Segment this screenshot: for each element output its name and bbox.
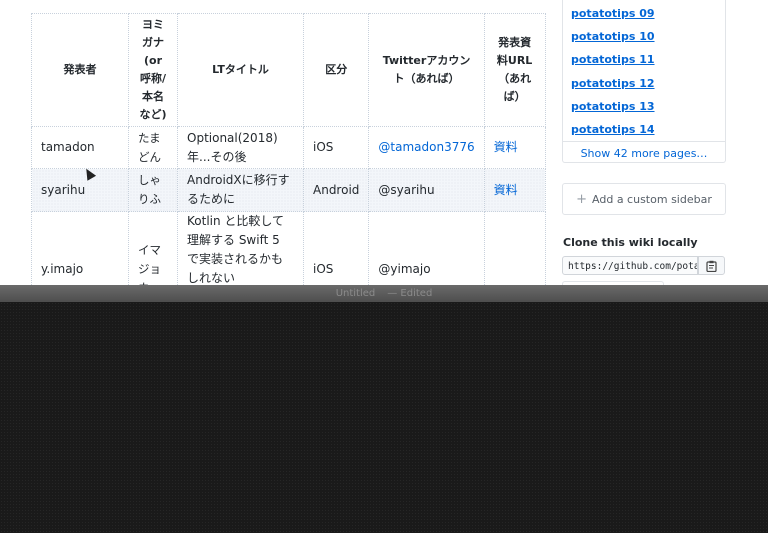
- cell-twitter: @tamadon3776: [368, 126, 485, 169]
- plus-icon: +: [576, 191, 588, 207]
- header-slides-url: 発表資料URL（あれば）: [483, 13, 546, 127]
- add-custom-sidebar-label: Add a custom sidebar: [592, 192, 712, 206]
- empty-dark-canvas: [0, 302, 768, 533]
- cell-reading: しゃりふ: [128, 168, 178, 212]
- sidebar-page-link[interactable]: potatotips 13: [571, 100, 655, 113]
- sidebar-page-link[interactable]: potatotips 09: [571, 7, 655, 20]
- browser-viewport: 発表者 ヨミガナ (or 呼称/本名など) LTタイトル 区分 Twitterア…: [0, 0, 768, 288]
- show-more-pages-link[interactable]: Show 42 more pages…: [563, 141, 725, 160]
- slides-link[interactable]: 資料: [494, 140, 518, 154]
- header-lt-title: LTタイトル: [177, 13, 304, 127]
- sidebar-page-link[interactable]: potatotips 14: [571, 123, 655, 136]
- speaker-table: 発表者 ヨミガナ (or 呼称/本名など) LTタイトル 区分 Twitterア…: [31, 13, 546, 288]
- cell-reading: たまどん: [128, 126, 178, 169]
- cell-slides: 資料: [483, 168, 546, 212]
- cell-category: iOS: [302, 126, 370, 169]
- cell-twitter: @yimajo: [368, 211, 485, 288]
- cell-slides: [483, 211, 546, 288]
- table-row: syarihu しゃりふ AndroidXに移行するために Android @s…: [31, 168, 546, 212]
- cell-reading: イマジョウ: [128, 211, 178, 288]
- clipboard-icon: [706, 260, 717, 272]
- header-reading: ヨミガナ (or 呼称/本名など): [128, 13, 178, 127]
- clone-wiki-heading: Clone this wiki locally: [563, 236, 698, 249]
- window-title: Untitled: [335, 288, 376, 299]
- table-row: y.imajo イマジョウ Kotlin と比較して理解する Swift 5 で…: [31, 211, 546, 288]
- clone-url-input[interactable]: https://github.com/potatotips/potatotips…: [562, 256, 698, 275]
- table-header-row: 発表者 ヨミガナ (or 呼称/本名など) LTタイトル 区分 Twitterア…: [31, 13, 546, 127]
- twitter-link[interactable]: @tamadon3776: [378, 140, 474, 154]
- header-category: 区分: [302, 13, 370, 127]
- window-title-bar: Untitled — Edited: [0, 285, 768, 302]
- cell-speaker: syarihu: [31, 168, 129, 212]
- cell-speaker: y.imajo: [31, 211, 129, 288]
- cell-twitter: @syarihu: [368, 168, 485, 212]
- cell-lt-title: Optional(2018)年...その後: [177, 126, 304, 169]
- cell-speaker: tamadon: [31, 126, 129, 169]
- sidebar-page-link[interactable]: potatotips 11: [571, 53, 655, 66]
- cell-lt-title: AndroidXに移行するために: [177, 168, 304, 212]
- copy-clipboard-button[interactable]: [698, 256, 725, 275]
- add-custom-sidebar-button[interactable]: + Add a custom sidebar: [562, 183, 726, 215]
- wiki-pages-box: potatotips 09 potatotips 10 potatotips 1…: [562, 0, 726, 163]
- table-row: tamadon たまどん Optional(2018)年...その後 iOS @…: [31, 126, 546, 169]
- cell-category: iOS: [302, 211, 370, 288]
- header-speaker: 発表者: [31, 13, 129, 127]
- cell-slides: 資料: [483, 126, 546, 169]
- sidebar-page-link[interactable]: potatotips 12: [571, 77, 655, 90]
- sidebar-page-link[interactable]: potatotips 10: [571, 30, 655, 43]
- cell-lt-title: Kotlin と比較して理解する Swift 5 で実装されるかもしれない as…: [177, 211, 304, 288]
- window-edited-status: — Edited: [387, 288, 433, 299]
- cell-category: Android: [302, 168, 370, 212]
- slides-link[interactable]: 資料: [494, 183, 518, 197]
- header-twitter: Twitterアカウント（あれば）: [368, 13, 485, 127]
